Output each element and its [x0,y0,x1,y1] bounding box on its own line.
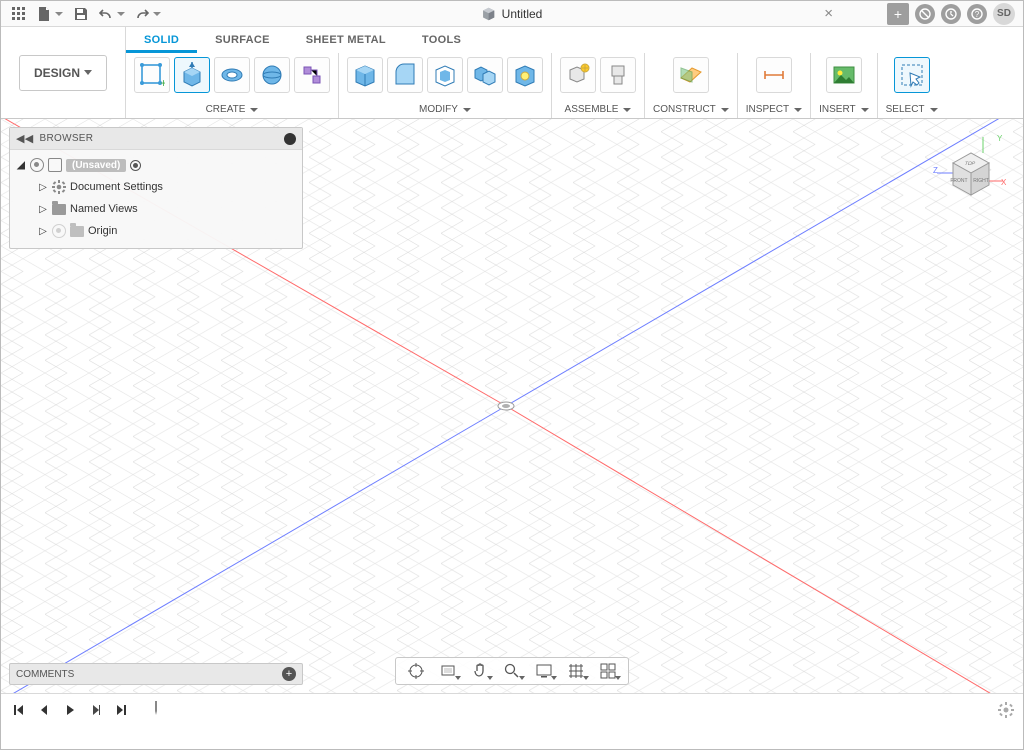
appearance-icon[interactable] [507,57,543,93]
press-pull-icon[interactable] [347,57,383,93]
tab-solid[interactable]: SOLID [126,30,197,53]
context-tabs: SOLID SURFACE SHEET METAL TOOLS [126,27,1023,53]
browser-item-origin[interactable]: ▷ Origin [12,220,300,242]
timeline-end-icon[interactable] [113,701,131,719]
timeline-marker-icon[interactable] [147,701,165,719]
insert-decal-icon[interactable] [826,57,862,93]
grid-settings-icon[interactable] [562,660,590,682]
measure-icon[interactable] [756,57,792,93]
create-form-icon[interactable] [294,57,330,93]
browser-item-document-settings[interactable]: ▷ Document Settings [12,176,300,198]
browser-title: BROWSER [40,133,94,144]
axis-z-label: Z [933,166,938,175]
timeline-settings-icon[interactable] [997,701,1015,719]
visibility-off-icon[interactable] [52,224,66,238]
close-tab-icon[interactable]: × [824,5,833,22]
tab-tools[interactable]: TOOLS [404,30,479,53]
document-tab[interactable]: Untitled [472,1,553,27]
file-menu-button[interactable] [33,3,67,25]
help-icon[interactable]: ? [967,4,987,24]
select-icon[interactable] [894,57,930,93]
viewport-layout-icon[interactable] [594,660,622,682]
quick-access-toolbar: Untitled × + ? SD [1,1,1023,27]
svg-text:?: ? [975,10,980,19]
new-tab-button[interactable]: + [887,3,909,25]
timeline-step-back-icon[interactable] [35,701,53,719]
svg-text:FRONT: FRONT [950,178,967,184]
undo-button[interactable] [95,3,129,25]
group-modify: MODIFY [339,53,552,118]
visibility-icon[interactable] [30,158,44,172]
axis-x-label: X [1001,178,1007,187]
comments-panel[interactable]: COMMENTS + [9,663,303,685]
joint-icon[interactable] [600,57,636,93]
folder-icon [70,226,84,237]
group-inspect: INSPECT [738,53,811,118]
add-comment-icon[interactable]: + [282,667,296,681]
canvas-viewport[interactable]: ◀◀ BROWSER ◢ (Unsaved) ▷ Document Settin… [1,119,1023,693]
navigation-bar [395,657,629,685]
activate-icon[interactable] [130,160,141,171]
group-select: SELECT [878,53,946,118]
app-grid-icon[interactable] [7,3,31,25]
cube-icon [482,7,496,21]
panel-collapse-icon[interactable]: ◀◀ [16,132,34,145]
component-icon [48,158,62,172]
gear-icon [52,180,66,194]
zoom-icon[interactable] [498,660,526,682]
svg-text:RIGHT: RIGHT [973,178,989,184]
display-settings-icon[interactable] [530,660,558,682]
combine-icon[interactable] [467,57,503,93]
axis-y-label: Y [997,134,1003,143]
workspace-switcher[interactable]: DESIGN [19,55,107,91]
timeline [1,693,1023,725]
browser-item-named-views[interactable]: ▷ Named Views [12,198,300,220]
view-cube[interactable]: Y Z X TOP FRONT RIGHT [931,133,1009,211]
timeline-start-icon[interactable] [9,701,27,719]
redo-button[interactable] [131,3,165,25]
sphere-icon[interactable] [254,57,290,93]
tab-sheet-metal[interactable]: SHEET METAL [288,30,404,53]
user-avatar[interactable]: SD [993,3,1015,25]
revolve-icon[interactable] [214,57,250,93]
folder-icon [52,204,66,215]
job-status-icon[interactable] [941,4,961,24]
document-title: Untitled [502,7,543,21]
timeline-step-forward-icon[interactable] [87,701,105,719]
pan-icon[interactable] [466,660,494,682]
browser-panel: ◀◀ BROWSER ◢ (Unsaved) ▷ Document Settin… [9,127,303,249]
group-assemble: ASSEMBLE [552,53,645,118]
tab-surface[interactable]: SURFACE [197,30,288,53]
look-at-icon[interactable] [434,660,462,682]
extensions-icon[interactable] [915,4,935,24]
svg-text:+: + [160,76,165,88]
orbit-icon[interactable] [402,660,430,682]
fillet-icon[interactable] [387,57,423,93]
new-component-icon[interactable] [560,57,596,93]
comments-title: COMMENTS [16,669,74,680]
new-sketch-icon[interactable]: + [134,57,170,93]
panel-options-icon[interactable] [284,133,296,145]
ribbon: DESIGN SOLID SURFACE SHEET METAL TOOLS +… [1,27,1023,119]
group-construct: CONSTRUCT [645,53,738,118]
group-insert: INSERT [811,53,878,118]
timeline-play-icon[interactable] [61,701,79,719]
browser-root-node[interactable]: ◢ (Unsaved) [12,154,300,176]
group-create: + CREATE [126,53,339,118]
construction-plane-icon[interactable] [673,57,709,93]
shell-icon[interactable] [427,57,463,93]
extrude-icon[interactable] [174,57,210,93]
save-button[interactable] [69,3,93,25]
